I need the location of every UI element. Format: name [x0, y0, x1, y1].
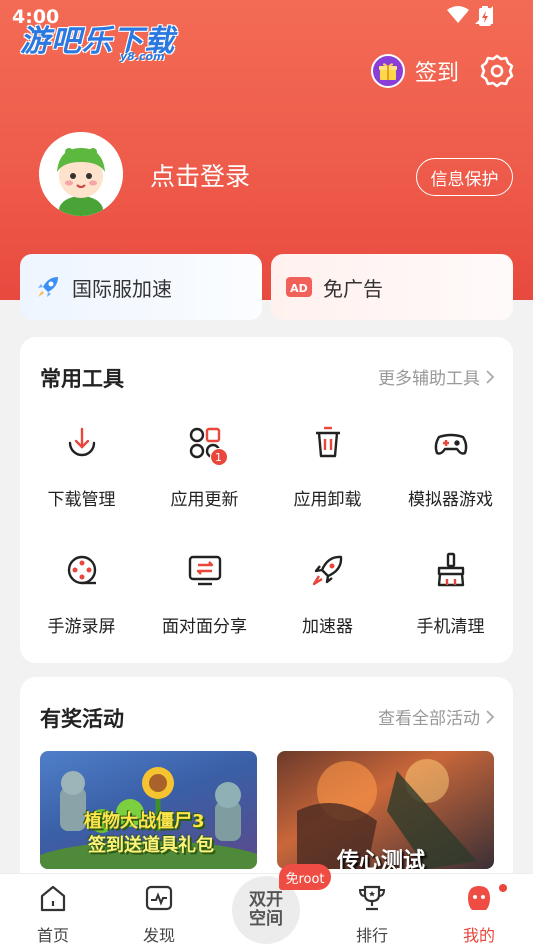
tab-label: 排行 [355, 926, 388, 945]
global-boost-label: 国际服加速 [72, 276, 172, 301]
share-screen-icon [188, 555, 221, 586]
tool-screen-record[interactable]: 手游录屏 [20, 550, 143, 637]
banner-title: 传心测试 [337, 849, 426, 869]
checkin-label: 签到 [415, 61, 460, 86]
notification-dot [499, 884, 507, 892]
tool-accelerator[interactable]: 加速器 [266, 550, 389, 637]
activity-panel: 有奖活动 查看全部活动 植物大战僵尸3 签到送道具礼包 传心测试 [20, 677, 513, 897]
watermark-sub: y8.com [120, 50, 165, 63]
tab-home[interactable]: 首页 [23, 884, 83, 946]
activity-title: 有奖活动 [40, 707, 124, 731]
battery-icon [479, 6, 491, 26]
login-link[interactable]: 点击登录 [150, 157, 250, 193]
trash-icon [315, 426, 340, 458]
avatar[interactable] [39, 132, 123, 216]
ad-icon: AD [286, 277, 312, 297]
tool-phone-clean[interactable]: 手机清理 [389, 550, 512, 637]
tool-label: 模拟器游戏 [408, 490, 493, 510]
checkin-button[interactable]: 签到 [371, 54, 459, 88]
rocket-outline-icon [312, 555, 342, 586]
tool-label: 面对面分享 [162, 617, 247, 637]
trophy-icon [358, 885, 386, 911]
chevron-right-icon [486, 709, 495, 724]
tab-label: 我的 [462, 926, 495, 945]
all-activities-link[interactable]: 查看全部活动 [378, 704, 495, 729]
tool-label: 应用更新 [170, 490, 239, 510]
no-root-badge: 免root [279, 864, 331, 890]
broom-icon [437, 552, 464, 587]
tool-face-share[interactable]: 面对面分享 [143, 550, 266, 637]
banner-subtitle: 签到送道具礼包 [88, 835, 214, 856]
tab-discover[interactable]: 发现 [129, 884, 189, 946]
tools-title: 常用工具 [40, 367, 124, 391]
tool-label: 手游录屏 [47, 617, 116, 637]
tool-download-manager[interactable]: 下载管理 [20, 423, 143, 510]
tab-label: 发现 [142, 926, 175, 945]
update-count-badge: 1 [209, 448, 228, 466]
banner-title: 植物大战僵尸3 [84, 811, 205, 832]
no-ads-card[interactable]: AD 免广告 [271, 254, 513, 320]
more-tools-label: 更多辅助工具 [378, 369, 480, 389]
chevron-right-icon [486, 369, 495, 384]
home-icon [40, 885, 66, 912]
settings-icon[interactable] [479, 53, 515, 89]
more-tools-link[interactable]: 更多辅助工具 [378, 364, 495, 389]
tab-ranking[interactable]: 排行 [342, 884, 402, 946]
privacy-button[interactable]: 信息保护 [416, 158, 513, 196]
tool-label: 加速器 [302, 617, 353, 637]
film-reel-icon [67, 555, 96, 585]
global-boost-card[interactable]: 国际服加速 [20, 254, 262, 320]
no-ads-label: 免广告 [323, 276, 383, 301]
tool-label: 手机清理 [416, 617, 485, 637]
all-activities-label: 查看全部活动 [378, 709, 480, 729]
tool-app-uninstall[interactable]: 应用卸载 [266, 423, 389, 510]
tab-profile[interactable]: 我的 [449, 884, 509, 946]
tools-panel: 常用工具 更多辅助工具 下载管理 1 应用更新 应用卸载 模拟器游戏 手游录屏 … [20, 337, 513, 663]
tool-app-update[interactable]: 1 应用更新 [143, 423, 266, 510]
activity-banner-test[interactable]: 传心测试 [277, 751, 494, 869]
activity-banner-pvz[interactable]: 植物大战僵尸3 签到送道具礼包 [40, 751, 257, 869]
profile-icon [468, 886, 490, 910]
svg-text:AD: AD [290, 282, 308, 295]
wifi-icon [447, 6, 469, 23]
gamepad-icon [434, 433, 467, 455]
bottom-tab-bar: 首页 发现 双开空间 免root 排行 我的 [0, 864, 533, 948]
gift-icon [371, 54, 405, 88]
rocket-icon [38, 277, 58, 297]
discover-icon [145, 885, 173, 911]
tab-label: 首页 [36, 926, 69, 945]
tool-label: 应用卸载 [293, 490, 362, 510]
tool-emulator-games[interactable]: 模拟器游戏 [389, 423, 512, 510]
download-icon [68, 427, 95, 457]
tool-label: 下载管理 [47, 490, 116, 510]
